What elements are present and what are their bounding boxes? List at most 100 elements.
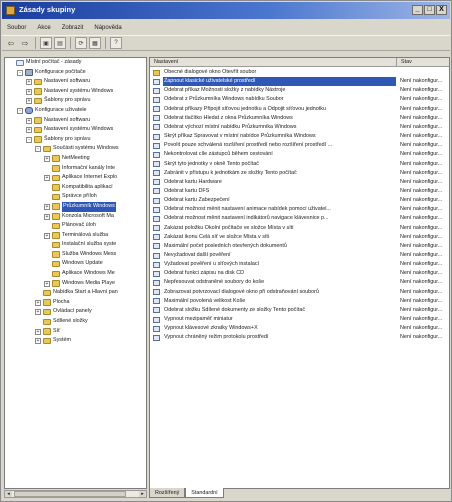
policy-row[interactable]: Skrýt tyto jednotky v okně Tento počítač…	[150, 160, 449, 169]
tree-item[interactable]: Správce příloh	[5, 192, 146, 202]
tree-item[interactable]: + Plocha	[5, 298, 146, 308]
tree-item[interactable]: Instalační služba syste	[5, 240, 146, 250]
title-bar[interactable]: Zásady skupiny _ □ X	[2, 2, 450, 19]
scroll-thumb[interactable]	[14, 491, 126, 497]
tree-item[interactable]: + Nastavení softwaru	[5, 77, 146, 87]
policy-row[interactable]: Odebrat funkci zápisu na disk CD Není nak…	[150, 269, 449, 278]
policy-row[interactable]: Odebrat z Průzkumníka Windows nabídku So…	[150, 95, 449, 104]
tree-item[interactable]: + Průzkumník Windows	[5, 201, 146, 212]
policy-row[interactable]: Povolit pouze schválená rozšíření prostř…	[150, 141, 449, 150]
refresh-icon[interactable]: ⟳	[75, 37, 87, 49]
tree-item[interactable]: - Konfigurace počítače	[5, 68, 146, 78]
column-header-setting[interactable]: Nastavení	[150, 58, 396, 67]
tree-item[interactable]: + Systém	[5, 336, 146, 346]
collapse-icon[interactable]: -	[35, 146, 41, 153]
policy-row[interactable]: Odebrat složku Sdílené dokumenty ze slož…	[150, 306, 449, 315]
expand-icon[interactable]: +	[44, 175, 50, 182]
expand-icon[interactable]: +	[26, 127, 32, 134]
tree-item[interactable]: Kompatibilita aplikací	[5, 183, 146, 193]
policy-row[interactable]: Zakázat položku Okolní počítače ve složc…	[150, 224, 449, 233]
tab-standard[interactable]: Standardní	[185, 488, 224, 498]
policy-row[interactable]: Maximální povolená velikost Koše Není nak…	[150, 297, 449, 306]
policy-row[interactable]: Zobrazovat potvrzovací dialogové okno př…	[150, 288, 449, 297]
menu-help[interactable]: Nápověda	[94, 25, 121, 31]
back-arrow-icon[interactable]: ⇦	[5, 37, 17, 49]
policy-row[interactable]: Vyžadovat pověření u síťových instalací N…	[150, 260, 449, 269]
tree-item[interactable]: Aplikace Windows Me	[5, 269, 146, 279]
policy-row[interactable]: Odebrat tlačítko Hledat z okna Průzkumní…	[150, 114, 449, 123]
policy-row[interactable]: Obecné dialogové okno Otevřít soubor	[150, 68, 449, 77]
tree-item[interactable]: + Šablony pro správu	[5, 96, 146, 106]
policy-row[interactable]: Vypnout mezipaměť miniatur Není nakonfigu…	[150, 315, 449, 324]
close-button[interactable]: X	[436, 5, 447, 15]
policy-row[interactable]: Odebrat příkaz Možnosti složky z nabídky…	[150, 86, 449, 95]
tree-item[interactable]: + Ovládací panely	[5, 307, 146, 317]
expand-icon[interactable]: +	[35, 338, 41, 345]
menu-file[interactable]: Soubor	[7, 25, 26, 31]
expand-icon[interactable]: +	[44, 203, 50, 210]
expand-icon[interactable]: +	[44, 232, 50, 239]
menu-view[interactable]: Zobrazit	[62, 25, 84, 31]
tree-item[interactable]: + Síť	[5, 327, 146, 337]
scroll-right-button[interactable]: ▸	[139, 491, 146, 497]
menu-action[interactable]: Akce	[37, 25, 50, 31]
policy-row[interactable]: Odebrat příkazy Připojit síťovou jednotk…	[150, 105, 449, 114]
policy-row[interactable]: Zakázat ikonu Celá síť ve složce Místa v…	[150, 233, 449, 242]
expand-icon[interactable]: +	[26, 98, 32, 105]
tree-item[interactable]: + Terminálová služba	[5, 231, 146, 241]
tree-item[interactable]: Nabídka Start a Hlavní pan	[5, 288, 146, 298]
policy-row[interactable]: Vypnout chráněný režim protokolu prostře…	[150, 333, 449, 342]
help-icon[interactable]: ?	[110, 37, 122, 49]
tree-item[interactable]: + Konzola Microsoft Ma	[5, 212, 146, 222]
collapse-icon[interactable]: -	[17, 107, 23, 114]
minimize-button[interactable]: _	[412, 5, 423, 15]
tree-pane[interactable]: Místní počítač - zásady - Konfigurace počí…	[4, 57, 147, 489]
tree-item[interactable]: + Aplikace Internet Explo	[5, 173, 146, 183]
tree-horizontal-scrollbar[interactable]: ◂ ▸	[4, 490, 147, 498]
tab-extended[interactable]: Rozšířený	[149, 488, 186, 498]
policy-row[interactable]: Odebrat možnost měnit nastavení indikáto…	[150, 214, 449, 223]
tree-item[interactable]: Informační kanály Inte	[5, 164, 146, 174]
policy-row[interactable]: Nekontrolovat cíle zástupců během cestov…	[150, 150, 449, 159]
expand-icon[interactable]: +	[35, 328, 41, 335]
policy-row[interactable]: Odebrat možnost měnit nastavení animace …	[150, 205, 449, 214]
column-header-state[interactable]: Stav	[396, 58, 449, 67]
expand-icon[interactable]: +	[44, 155, 50, 162]
tree-item[interactable]: - Součásti systému Windows	[5, 144, 146, 154]
expand-icon[interactable]: +	[35, 309, 41, 316]
policy-row[interactable]: Skrýt příkaz Spravovat v místní nabídce …	[150, 132, 449, 141]
tree-item[interactable]: + NetMeeting	[5, 154, 146, 164]
tree-item[interactable]: + Nastavení softwaru	[5, 116, 146, 126]
policy-row[interactable]: Zapnout klasické uživatelské prostředí Ne…	[150, 77, 449, 87]
scroll-left-button[interactable]: ◂	[5, 491, 12, 497]
expand-icon[interactable]: +	[35, 299, 41, 306]
tree-item[interactable]: + Nastavení systému Windows	[5, 125, 146, 135]
tree-item[interactable]: Windows Update	[5, 259, 146, 269]
tree-item[interactable]: Sdílené složky	[5, 317, 146, 327]
forward-arrow-icon[interactable]: ⇨	[19, 37, 31, 49]
collapse-icon[interactable]: -	[26, 136, 32, 143]
maximize-button[interactable]: □	[424, 5, 435, 15]
expand-icon[interactable]: +	[26, 117, 32, 124]
expand-icon[interactable]: +	[26, 88, 32, 95]
expand-icon[interactable]: +	[44, 280, 50, 287]
policy-row[interactable]: Nepřesouvat odstraněné soubory do koše Ne…	[150, 278, 449, 287]
policy-row[interactable]: Zabránit v přístupu k jednotkám ze složk…	[150, 169, 449, 178]
policy-row[interactable]: Nevyžadovat další pověření Není nakonfigu…	[150, 251, 449, 260]
export-list-icon[interactable]: ▦	[89, 37, 101, 49]
tree-item[interactable]: Služba Windows Mess	[5, 250, 146, 260]
tree-item[interactable]: + Nastavení systému Windows	[5, 87, 146, 97]
expand-icon[interactable]: +	[26, 79, 32, 86]
policy-row[interactable]: Vypnout klávesové zkratky Windows+X Není …	[150, 324, 449, 333]
expand-icon[interactable]: +	[44, 213, 50, 220]
policy-row[interactable]: Odebrat kartu Zabezpečení Není nakonfigur…	[150, 196, 449, 205]
tree-item[interactable]: - Šablony pro správu	[5, 135, 146, 145]
tree-item[interactable]: - Konfigurace uživatele	[5, 106, 146, 116]
tree-item[interactable]: Místní počítač - zásady	[5, 58, 146, 68]
policy-row[interactable]: Odebrat kartu Hardware Není nakonfigur...	[150, 178, 449, 187]
policy-row[interactable]: Odebrat výchozí místní nabídku Průzkumní…	[150, 123, 449, 132]
properties-icon[interactable]: ▤	[54, 37, 66, 49]
tree-item[interactable]: + Windows Media Playe	[5, 279, 146, 289]
policy-row[interactable]: Odebrat kartu DFS Není nakonfigur...	[150, 187, 449, 196]
up-folder-icon[interactable]: ▣	[40, 37, 52, 49]
